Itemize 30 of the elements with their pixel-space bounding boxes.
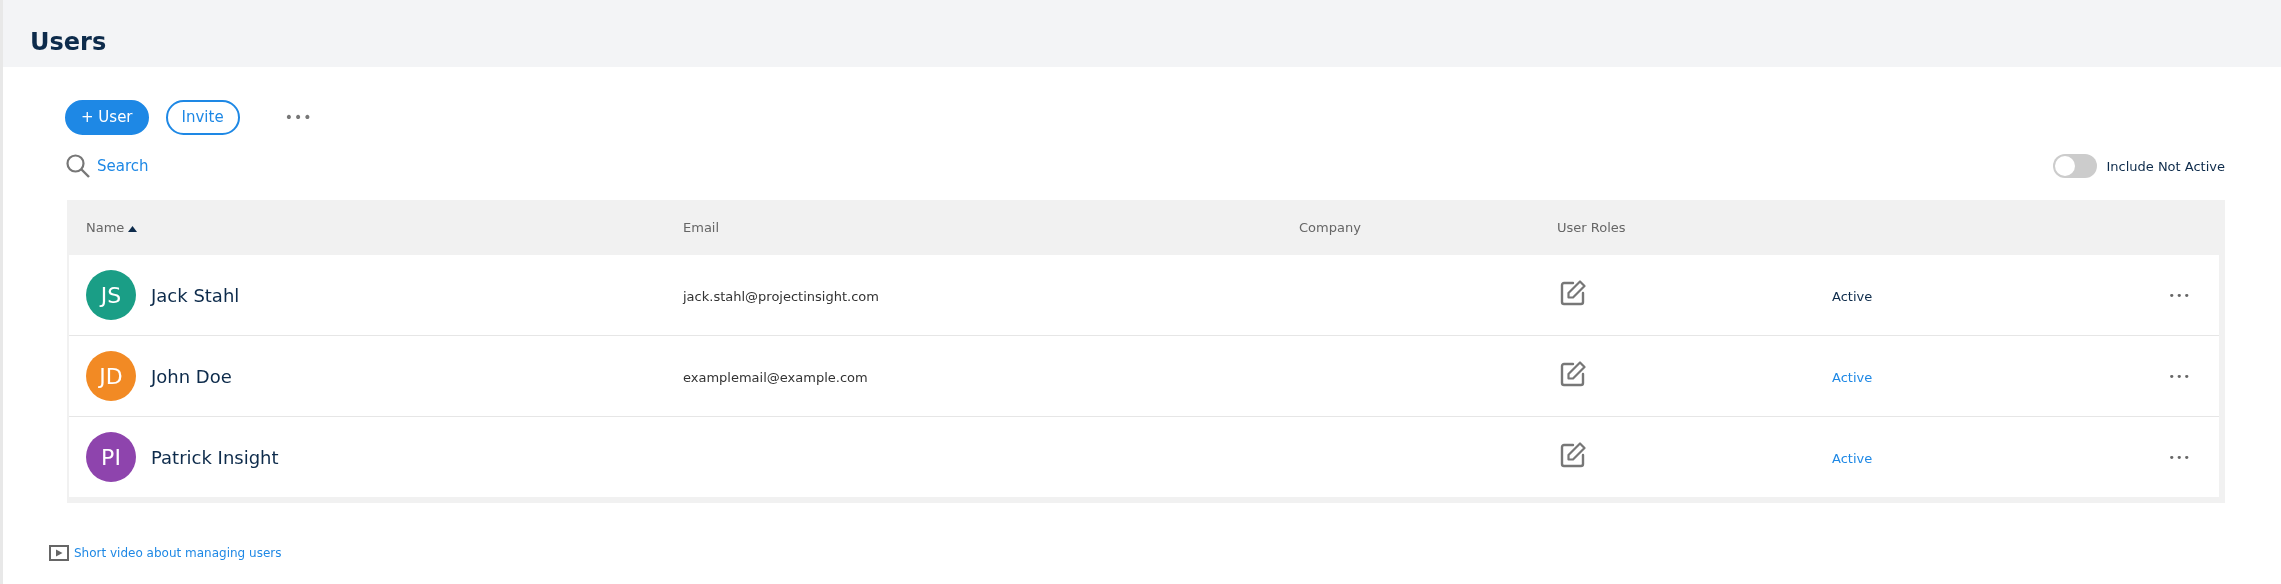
search-icon bbox=[65, 153, 91, 179]
user-name: Jack Stahl bbox=[151, 284, 240, 306]
column-header[interactable]: Name bbox=[69, 220, 125, 235]
edit-icon[interactable] bbox=[1560, 442, 1586, 468]
avatar: PI bbox=[86, 432, 136, 482]
column-header[interactable]: Company bbox=[1282, 220, 1361, 235]
avatar: JS bbox=[86, 270, 136, 320]
row-more-button[interactable]: ••• bbox=[2162, 449, 2197, 465]
edit-icon[interactable] bbox=[1560, 280, 1586, 306]
user-name: Patrick Insight bbox=[151, 446, 279, 468]
column-header[interactable]: User Roles bbox=[1540, 220, 1626, 235]
page-title: Users bbox=[30, 28, 107, 56]
status-text: Active bbox=[1831, 288, 1873, 304]
user-name: John Doe bbox=[151, 365, 232, 387]
toggle-label: Include Not Active bbox=[2106, 158, 2225, 174]
include-not-active-toggle[interactable] bbox=[2053, 154, 2098, 178]
avatar: JD bbox=[86, 351, 136, 401]
more-button[interactable]: ••• bbox=[276, 99, 321, 135]
row-more-button[interactable]: ••• bbox=[2162, 368, 2197, 384]
row-more-button[interactable]: ••• bbox=[2162, 287, 2197, 303]
user-email: jack.stahl@projectinsight.com bbox=[681, 288, 879, 304]
status-link[interactable]: Active bbox=[1812, 450, 1873, 466]
edit-icon[interactable] bbox=[1560, 361, 1586, 387]
status-link[interactable]: Active bbox=[1812, 369, 1873, 385]
invite-button[interactable]: Invite bbox=[165, 99, 240, 135]
video-link[interactable]: Short video about managing users bbox=[74, 546, 282, 560]
add-user-button[interactable]: + User bbox=[65, 99, 149, 135]
video-icon bbox=[49, 545, 69, 561]
user-email: examplemail@example.com bbox=[682, 369, 868, 385]
column-header[interactable]: Email bbox=[666, 220, 720, 235]
